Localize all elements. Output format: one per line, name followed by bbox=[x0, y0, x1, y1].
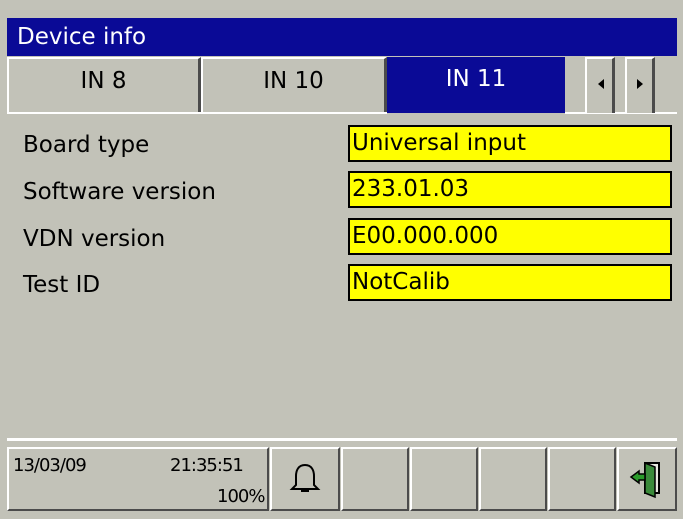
function-key-2[interactable] bbox=[410, 447, 478, 511]
device-info-panel: Board type Universal input Software vers… bbox=[7, 114, 677, 437]
tab-next-button[interactable] bbox=[625, 57, 655, 113]
arrow-left-icon bbox=[598, 79, 604, 89]
test-id-value: NotCalib bbox=[348, 264, 672, 301]
software-version-value: 233.01.03 bbox=[348, 171, 672, 208]
tab-in-10[interactable]: IN 10 bbox=[201, 57, 387, 113]
test-id-label: Test ID bbox=[23, 272, 101, 298]
tab-prev-button[interactable] bbox=[585, 57, 615, 113]
tab-in-8[interactable]: IN 8 bbox=[7, 57, 201, 113]
vdn-version-value: E00.000.000 bbox=[348, 218, 672, 255]
vdn-version-label: VDN version bbox=[23, 226, 166, 252]
device-screen: Device info IN 8 IN 10 IN 11 Board type … bbox=[0, 0, 683, 519]
function-key-1[interactable] bbox=[341, 447, 409, 511]
function-key-4[interactable] bbox=[548, 447, 616, 511]
tab-label: IN 8 bbox=[80, 68, 127, 94]
bell-icon bbox=[289, 463, 321, 492]
alarm-button[interactable] bbox=[270, 447, 340, 511]
tab-label: IN 11 bbox=[445, 66, 507, 92]
window-title: Device info bbox=[17, 24, 147, 50]
board-type-value: Universal input bbox=[348, 125, 672, 162]
status-date: 13/03/09 bbox=[13, 455, 87, 476]
function-key-3[interactable] bbox=[479, 447, 547, 511]
board-type-label: Board type bbox=[23, 132, 150, 158]
title-bar: Device info bbox=[7, 18, 677, 56]
tab-in-11[interactable]: IN 11 bbox=[387, 57, 565, 113]
software-version-label: Software version bbox=[23, 179, 216, 205]
exit-button[interactable] bbox=[617, 447, 677, 511]
status-zoom: 100% bbox=[217, 486, 265, 507]
tab-label: IN 10 bbox=[263, 68, 324, 94]
status-time: 21:35:51 bbox=[170, 455, 244, 476]
arrow-right-icon bbox=[637, 79, 643, 89]
exit-door-icon bbox=[629, 461, 660, 499]
